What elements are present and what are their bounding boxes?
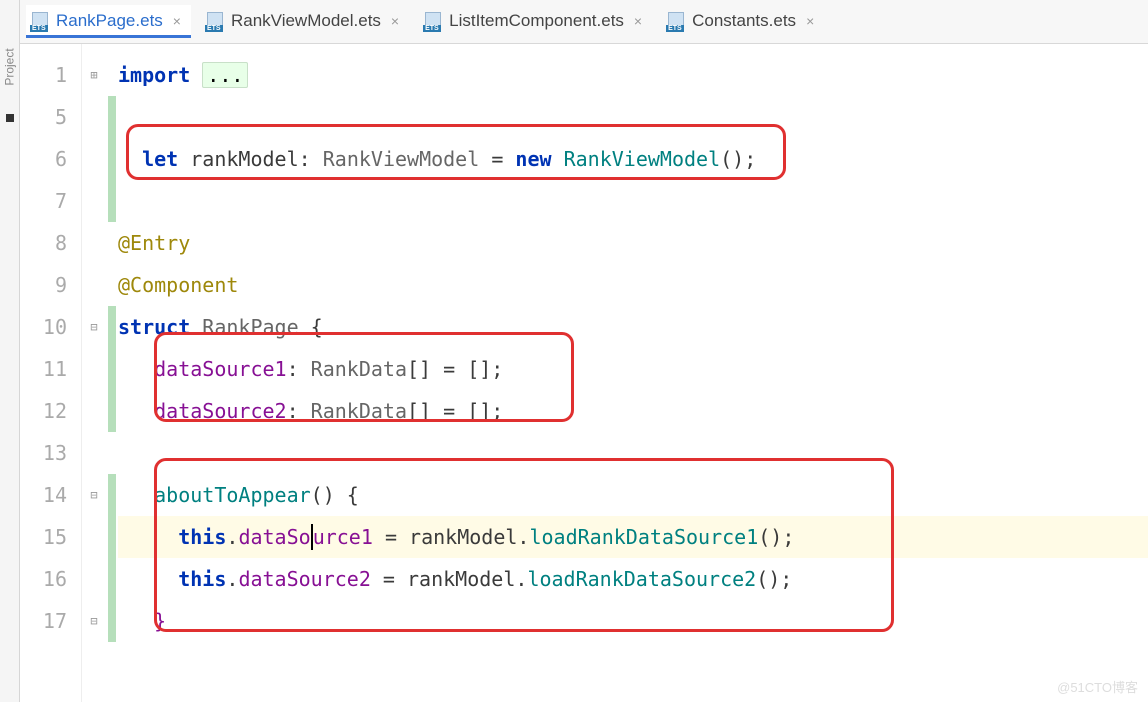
change-marker — [108, 348, 116, 390]
line-number: 14 — [20, 474, 67, 516]
change-marker — [108, 138, 116, 180]
line-number: 7 — [20, 180, 67, 222]
tab-bar: RankPage.ets × RankViewModel.ets × ListI… — [20, 0, 1148, 44]
line-number: 1 — [20, 54, 67, 96]
line-number: 8 — [20, 222, 67, 264]
change-marker-bar — [106, 44, 118, 702]
ets-file-icon — [207, 12, 225, 30]
code-line: dataSource2: RankData[] = []; — [118, 390, 1148, 432]
line-number: 16 — [20, 558, 67, 600]
line-number: 10 — [20, 306, 67, 348]
change-marker — [108, 516, 116, 558]
tab-label: Constants.ets — [692, 11, 796, 31]
change-marker — [108, 600, 116, 642]
watermark: @51CTO博客 — [1057, 677, 1138, 696]
line-number: 12 — [20, 390, 67, 432]
fold-expand-icon[interactable] — [82, 54, 106, 96]
side-panel-label[interactable]: Project — [3, 48, 17, 85]
change-marker — [108, 558, 116, 600]
side-toggle-icon[interactable] — [6, 114, 14, 122]
code-line — [118, 96, 1148, 138]
fold-collapse-icon[interactable] — [82, 306, 106, 348]
change-marker — [108, 474, 116, 516]
fold-collapse-icon[interactable] — [82, 600, 106, 642]
line-number: 5 — [20, 96, 67, 138]
side-tool-strip: Project — [0, 0, 20, 702]
code-line: struct RankPage { — [118, 306, 1148, 348]
ets-file-icon — [668, 12, 686, 30]
line-number: 9 — [20, 264, 67, 306]
code-line: this.dataSource2 = rankModel.loadRankDat… — [118, 558, 1148, 600]
tab-rankviewmodel[interactable]: RankViewModel.ets × — [201, 5, 409, 38]
fold-column — [82, 44, 106, 702]
code-line: @Component — [118, 264, 1148, 306]
fold-collapse-icon[interactable] — [82, 474, 106, 516]
code-line: this.dataSource1 = rankModel.loadRankDat… — [118, 516, 1148, 558]
tab-constants[interactable]: Constants.ets × — [662, 5, 824, 38]
line-number: 6 — [20, 138, 67, 180]
line-number: 17 — [20, 600, 67, 642]
close-icon[interactable]: × — [806, 13, 814, 29]
close-icon[interactable]: × — [391, 13, 399, 29]
code-line: } — [118, 600, 1148, 642]
change-marker — [108, 180, 116, 222]
gutter: 1 5 6 7 8 9 10 11 12 13 14 15 16 17 — [20, 44, 82, 702]
change-marker — [108, 96, 116, 138]
tab-label: ListItemComponent.ets — [449, 11, 624, 31]
tab-label: RankViewModel.ets — [231, 11, 381, 31]
tab-label: RankPage.ets — [56, 11, 163, 31]
tab-listitemcomponent[interactable]: ListItemComponent.ets × — [419, 5, 652, 38]
change-marker — [108, 390, 116, 432]
line-number: 11 — [20, 348, 67, 390]
code-line: @Entry — [118, 222, 1148, 264]
code-line — [118, 432, 1148, 474]
code-line: let rankModel: RankViewModel = new RankV… — [118, 138, 1148, 180]
line-number: 13 — [20, 432, 67, 474]
close-icon[interactable]: × — [173, 13, 181, 29]
code-editor[interactable]: 1 5 6 7 8 9 10 11 12 13 14 15 16 17 — [20, 44, 1148, 702]
ets-file-icon — [32, 12, 50, 30]
code-line — [118, 180, 1148, 222]
close-icon[interactable]: × — [634, 13, 642, 29]
code-line: aboutToAppear() { — [118, 474, 1148, 516]
ets-file-icon — [425, 12, 443, 30]
code-line: import ... — [118, 54, 1148, 96]
folded-region[interactable]: ... — [202, 62, 248, 88]
tab-rankpage[interactable]: RankPage.ets × — [26, 5, 191, 38]
code-line: dataSource1: RankData[] = []; — [118, 348, 1148, 390]
change-marker — [108, 306, 116, 348]
code-area[interactable]: import ... let rankModel: RankViewModel … — [118, 44, 1148, 702]
line-number: 15 — [20, 516, 67, 558]
